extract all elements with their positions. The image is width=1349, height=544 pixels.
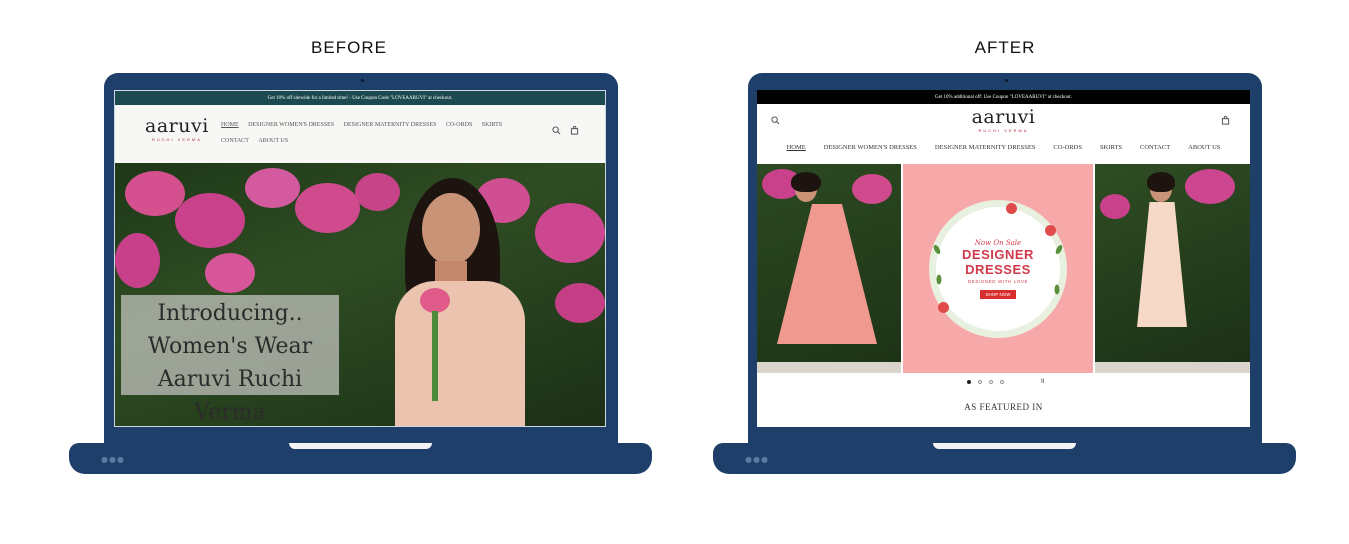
flower-cluster: [555, 283, 605, 323]
before-screen: Get 10% off sitewide for a limited time!…: [114, 90, 606, 427]
site-header: aaruvi RUCHI VERMA HOME DESIGNER WOMEN'S…: [757, 104, 1250, 164]
hero-line-2: Women's Wear: [147, 334, 313, 359]
cart-icon[interactable]: [1221, 116, 1230, 125]
logo-wordmark: aaruvi: [971, 106, 1036, 128]
base-dots: ●●●: [101, 455, 125, 464]
flower-cluster: [245, 168, 300, 208]
sale-banner[interactable]: Now On Sale DESIGNER DRESSES DESIGNED WI…: [903, 164, 1093, 373]
sale-eyebrow: Now On Sale: [974, 238, 1022, 247]
nav-designer-maternity-dresses[interactable]: DESIGNER MATERNITY DRESSES: [935, 144, 1036, 151]
nav-designer-womens-dresses[interactable]: DESIGNER WOMEN'S DRESSES: [248, 117, 334, 133]
shop-now-button[interactable]: SHOP NOW: [979, 289, 1017, 299]
carousel-dot-3[interactable]: [989, 380, 993, 384]
hero-text-overlay: Introducing.. Women's Wear Aaruvi Ruchi …: [121, 295, 339, 425]
sale-tagline: DESIGNED WITH LOVE: [967, 278, 1029, 284]
flower-cluster: [115, 233, 160, 288]
nav-skirts[interactable]: SKIRTS: [1100, 144, 1122, 151]
nav-co-ords[interactable]: CO-ORDS: [446, 117, 472, 133]
hero-banner[interactable]: Introducing.. Women's Wear Aaruvi Ruchi …: [115, 163, 605, 426]
logo-subtitle: RUCHI VERMA: [151, 137, 202, 142]
sale-title-2: DRESSES: [965, 261, 1031, 277]
nav-skirts[interactable]: SKIRTS: [482, 117, 502, 133]
featured-heading: AS FEATURED IN: [964, 402, 1043, 412]
carousel-dots: [967, 380, 1004, 384]
trackpad-notch: [933, 443, 1076, 449]
hero-slides: Now On Sale DESIGNER DRESSES DESIGNED WI…: [757, 164, 1250, 373]
nav-co-ords[interactable]: CO-ORDS: [1053, 144, 1082, 151]
model-figure: [390, 173, 530, 426]
site-logo[interactable]: aaruvi RUCHI VERMA: [757, 108, 1250, 133]
base-dots: ●●●: [745, 455, 769, 464]
cart-icon[interactable]: [570, 126, 579, 135]
promo-bar: Get 10% off sitewide for a limited time!…: [115, 91, 605, 105]
hero-line-1: Introducing..: [157, 301, 303, 326]
hero-line-3: Aaruvi Ruchi Verma: [157, 367, 303, 425]
trackpad-notch: [289, 443, 432, 449]
sale-wreath: Now On Sale DESIGNER DRESSES DESIGNED WI…: [929, 199, 1067, 338]
flower-cluster: [125, 171, 185, 216]
site-header: aaruvi RUCHI VERMA HOME DESIGNER WOMEN'S…: [115, 105, 605, 163]
nav-designer-maternity-dresses[interactable]: DESIGNER MATERNITY DRESSES: [344, 117, 437, 133]
logo-subtitle: RUCHI VERMA: [978, 128, 1029, 133]
before-heading: BEFORE: [311, 38, 387, 57]
sale-title-1: DESIGNER: [962, 246, 1034, 262]
promo-bar: Get 10% additional off: Use Coupon "LOVE…: [757, 90, 1250, 104]
nav-home[interactable]: HOME: [221, 117, 239, 133]
flower-cluster: [205, 253, 255, 293]
camera: [361, 79, 364, 82]
laptop-base: ●●●: [713, 443, 1296, 474]
nav-contact[interactable]: CONTACT: [1140, 144, 1170, 151]
slide-model-right[interactable]: [1095, 164, 1250, 373]
after-heading: AFTER: [974, 38, 1036, 57]
nav-about-us[interactable]: ABOUT US: [1188, 144, 1220, 151]
nav-designer-womens-dresses[interactable]: DESIGNER WOMEN'S DRESSES: [824, 144, 917, 151]
nav-about-us[interactable]: ABOUT US: [258, 133, 288, 149]
carousel-dot-4[interactable]: [1000, 380, 1004, 384]
logo-wordmark: aaruvi: [145, 115, 209, 137]
pause-button[interactable]: II: [1041, 378, 1045, 385]
main-nav: HOME DESIGNER WOMEN'S DRESSES DESIGNER M…: [757, 144, 1250, 151]
laptop-base: ●●●: [69, 443, 652, 474]
flower-cluster: [535, 203, 605, 263]
flower-cluster: [295, 183, 360, 233]
comparison-stage: BEFORE AFTER Get 10% off sitewide for a …: [0, 0, 1349, 544]
camera: [1005, 79, 1008, 82]
search-icon[interactable]: [552, 126, 561, 135]
nav-home[interactable]: HOME: [787, 144, 806, 151]
flower-cluster: [175, 193, 245, 248]
nav-contact[interactable]: CONTACT: [221, 133, 249, 149]
header-icons: [552, 126, 579, 135]
carousel-dot-2[interactable]: [978, 380, 982, 384]
after-screen: Get 10% additional off: Use Coupon "LOVE…: [757, 90, 1250, 427]
slide-model-left[interactable]: [757, 164, 901, 373]
carousel-dot-1[interactable]: [967, 380, 971, 384]
main-nav: HOME DESIGNER WOMEN'S DRESSES DESIGNER M…: [221, 117, 541, 149]
site-logo[interactable]: aaruvi RUCHI VERMA: [145, 117, 209, 142]
